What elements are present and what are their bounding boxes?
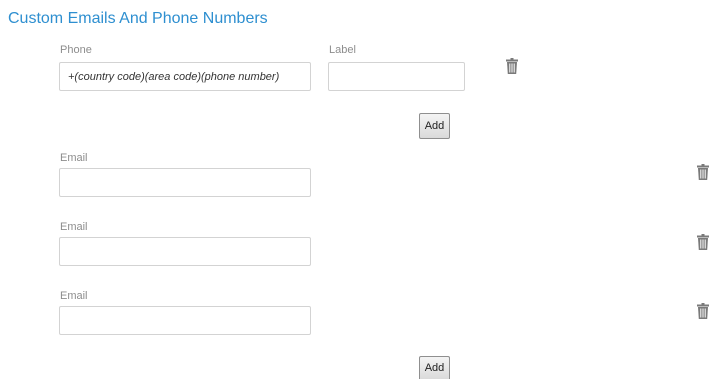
phone-label: Phone [60, 44, 92, 56]
phone-label-input[interactable] [328, 62, 465, 91]
phone-input[interactable] [59, 62, 311, 91]
phone-label-field-label: Label [329, 44, 356, 56]
trash-icon[interactable] [697, 303, 709, 319]
email-input[interactable] [59, 168, 311, 197]
trash-icon[interactable] [506, 58, 518, 74]
add-phone-button[interactable]: Add [419, 113, 450, 139]
section-title: Custom Emails And Phone Numbers [8, 10, 268, 27]
trash-icon[interactable] [697, 234, 709, 250]
email-label: Email [60, 152, 88, 164]
trash-icon[interactable] [697, 164, 709, 180]
email-input[interactable] [59, 306, 311, 335]
email-label: Email [60, 221, 88, 233]
email-input[interactable] [59, 237, 311, 266]
add-email-button[interactable]: Add [419, 356, 450, 379]
email-label: Email [60, 290, 88, 302]
